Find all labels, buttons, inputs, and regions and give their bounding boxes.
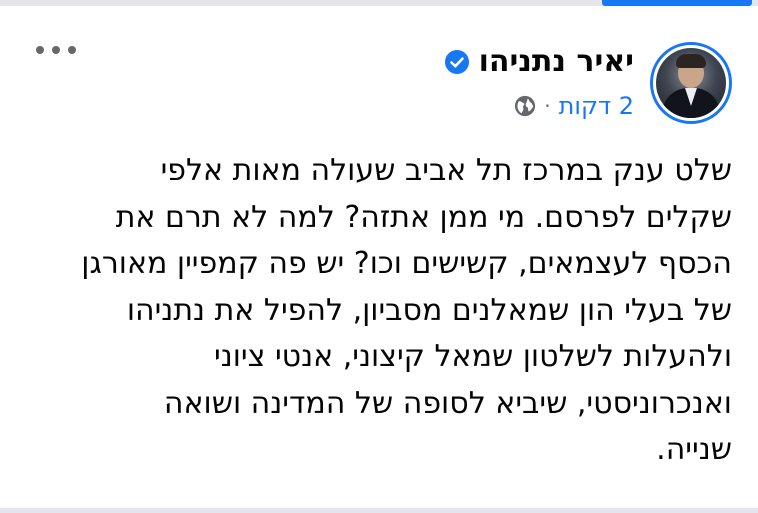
- more-options-icon: [52, 46, 60, 54]
- post-meta: 2 דקות ·: [445, 92, 634, 120]
- post-text: שלט ענק במרכז תל אביב שעולה מאות אלפי שק…: [42, 148, 732, 474]
- post-text-line: הכסף לעצמאים, קשישים וכו? יש פה קמפיין מ…: [81, 246, 732, 281]
- post-card: יאיר נתניהו 2 דקות · שלט ענק במרכז תל אב…: [0, 0, 758, 513]
- meta-separator: ·: [544, 94, 551, 118]
- post-text-line: ולהעלות לשלטון שמאל קיצוני, אנטי ציוני: [214, 339, 732, 374]
- post-text-line: של בעלי הון שמאלנים מסביון, להפיל את נתנ…: [126, 292, 732, 328]
- post-text-line: ואנכרוניסטי, שיביא לסופה של המדינה ושואה: [163, 385, 732, 421]
- author-row: יאיר נתניהו: [444, 44, 634, 80]
- post-timestamp[interactable]: 2 דקות: [559, 92, 634, 120]
- active-tab-indicator: [602, 0, 752, 6]
- post-text-line: שנייה.: [656, 432, 732, 467]
- author-name[interactable]: יאיר נתניהו: [479, 44, 634, 80]
- avatar[interactable]: [650, 42, 732, 124]
- more-options-icon: [36, 46, 44, 54]
- post-text-line: שקלים לפרסם. מי ממן אתזה? למה לא תרם את: [115, 199, 732, 235]
- post-header: יאיר נתניהו 2 דקות ·: [444, 44, 634, 120]
- more-options-icon: [68, 46, 76, 54]
- more-options-button[interactable]: [36, 40, 76, 60]
- verified-badge-icon: [444, 50, 469, 74]
- avatar-photo: [656, 48, 726, 118]
- post-text-line: שלט ענק במרכז תל אביב שעולה מאות אלפי: [160, 153, 732, 188]
- globe-icon[interactable]: [514, 95, 536, 117]
- bottom-divider: [0, 508, 758, 513]
